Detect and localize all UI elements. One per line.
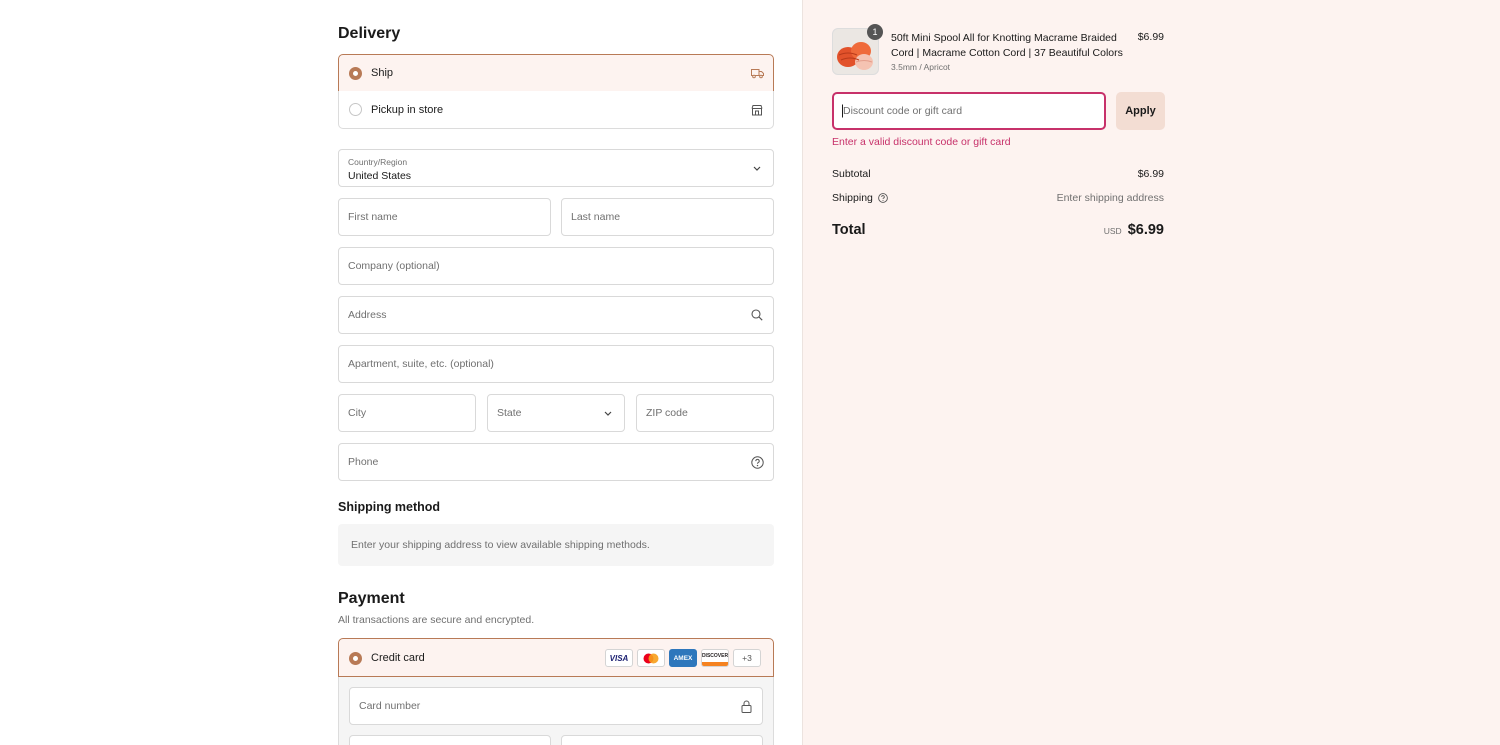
product-thumbnail: 1 bbox=[832, 24, 883, 75]
pickup-option[interactable]: Pickup in store bbox=[338, 91, 774, 129]
quantity-badge: 1 bbox=[867, 24, 883, 40]
phone-input[interactable]: Phone bbox=[338, 443, 774, 481]
subtotal-value: $6.99 bbox=[1137, 168, 1164, 180]
card-fields-container: Card number bbox=[338, 677, 774, 745]
shipping-method-message: Enter your shipping address to view avai… bbox=[351, 539, 650, 551]
chevron-down-icon bbox=[750, 161, 764, 175]
pickup-radio[interactable] bbox=[349, 103, 362, 116]
discount-input[interactable]: Discount code or gift card bbox=[832, 92, 1106, 130]
security-code-input[interactable] bbox=[561, 735, 763, 745]
visa-icon: VISA bbox=[605, 649, 633, 667]
help-icon[interactable] bbox=[878, 193, 888, 203]
country-label: Country/Region bbox=[348, 157, 408, 167]
chevron-down-icon bbox=[601, 406, 615, 420]
company-input[interactable]: Company (optional) bbox=[338, 247, 774, 285]
ship-label: Ship bbox=[371, 67, 394, 79]
first-name-input[interactable]: First name bbox=[338, 198, 551, 236]
search-icon[interactable] bbox=[750, 308, 764, 322]
city-input[interactable]: City bbox=[338, 394, 476, 432]
lock-icon bbox=[739, 699, 753, 713]
expiration-input[interactable] bbox=[349, 735, 551, 745]
payment-subtitle: All transactions are secure and encrypte… bbox=[338, 614, 535, 626]
first-name-placeholder: First name bbox=[348, 211, 398, 223]
product-name: 50ft Mini Spool All for Knotting Macrame… bbox=[891, 32, 1123, 59]
store-icon bbox=[750, 103, 764, 117]
truck-icon bbox=[750, 66, 764, 80]
discover-stripe bbox=[702, 662, 728, 666]
city-placeholder: City bbox=[348, 407, 367, 419]
product-price: $6.99 bbox=[1137, 31, 1164, 43]
address-placeholder: Address bbox=[348, 309, 387, 321]
discover-icon: DISCOVER bbox=[701, 649, 729, 667]
card-number-placeholder: Card number bbox=[359, 700, 421, 712]
total-value: $6.99 bbox=[1127, 222, 1164, 238]
more-cards-badge: +3 bbox=[733, 649, 761, 667]
credit-card-label: Credit card bbox=[371, 651, 425, 664]
checkout-form-panel: Delivery Ship Pickup in store Country/Re… bbox=[0, 0, 802, 745]
discount-error: Enter a valid discount code or gift card bbox=[832, 136, 1011, 148]
card-number-input[interactable]: Card number bbox=[349, 687, 763, 725]
credit-card-radio[interactable] bbox=[349, 652, 362, 665]
shipping-row-label: Shipping bbox=[832, 192, 888, 204]
state-placeholder: State bbox=[497, 407, 522, 419]
total-label: Total bbox=[832, 222, 866, 238]
order-summary-panel: 1 50ft Mini Spool All for Knotting Macra… bbox=[802, 0, 1500, 745]
country-value: United States bbox=[348, 170, 412, 182]
zip-input[interactable]: ZIP code bbox=[636, 394, 774, 432]
ship-radio[interactable] bbox=[349, 67, 362, 80]
company-placeholder: Company (optional) bbox=[348, 260, 440, 272]
shipping-value: Enter shipping address bbox=[1056, 192, 1164, 204]
credit-card-option[interactable]: Credit card VISA AMEX DISCOVER +3 bbox=[338, 638, 774, 677]
country-select[interactable]: Country/Region United States bbox=[338, 149, 774, 187]
mastercard-icon bbox=[637, 649, 665, 667]
ship-option[interactable]: Ship bbox=[338, 54, 774, 92]
shipping-method-notice: Enter your shipping address to view avai… bbox=[338, 524, 774, 566]
apartment-input[interactable]: Apartment, suite, etc. (optional) bbox=[338, 345, 774, 383]
zip-placeholder: ZIP code bbox=[646, 407, 688, 419]
apply-button[interactable]: Apply bbox=[1116, 92, 1165, 130]
last-name-placeholder: Last name bbox=[571, 211, 621, 223]
state-select[interactable]: State bbox=[487, 394, 625, 432]
payment-heading: Payment bbox=[338, 590, 405, 607]
address-input[interactable]: Address bbox=[338, 296, 774, 334]
amex-icon: AMEX bbox=[669, 649, 697, 667]
subtotal-label: Subtotal bbox=[832, 168, 871, 180]
discover-text: DISCOVER bbox=[701, 653, 729, 659]
delivery-heading: Delivery bbox=[338, 25, 401, 42]
help-icon[interactable] bbox=[750, 455, 764, 469]
pickup-label: Pickup in store bbox=[371, 103, 444, 116]
phone-placeholder: Phone bbox=[348, 456, 379, 468]
last-name-input[interactable]: Last name bbox=[561, 198, 774, 236]
currency-code: USD bbox=[1103, 226, 1122, 236]
card-logos: VISA AMEX DISCOVER +3 bbox=[605, 649, 761, 667]
discount-placeholder: Discount code or gift card bbox=[843, 105, 963, 117]
shipping-method-heading: Shipping method bbox=[338, 500, 441, 514]
product-variant: 3.5mm / Apricot bbox=[891, 62, 951, 72]
apartment-placeholder: Apartment, suite, etc. (optional) bbox=[348, 358, 494, 370]
total-amount: USD $6.99 bbox=[1104, 222, 1164, 238]
shipping-label: Shipping bbox=[832, 192, 873, 204]
